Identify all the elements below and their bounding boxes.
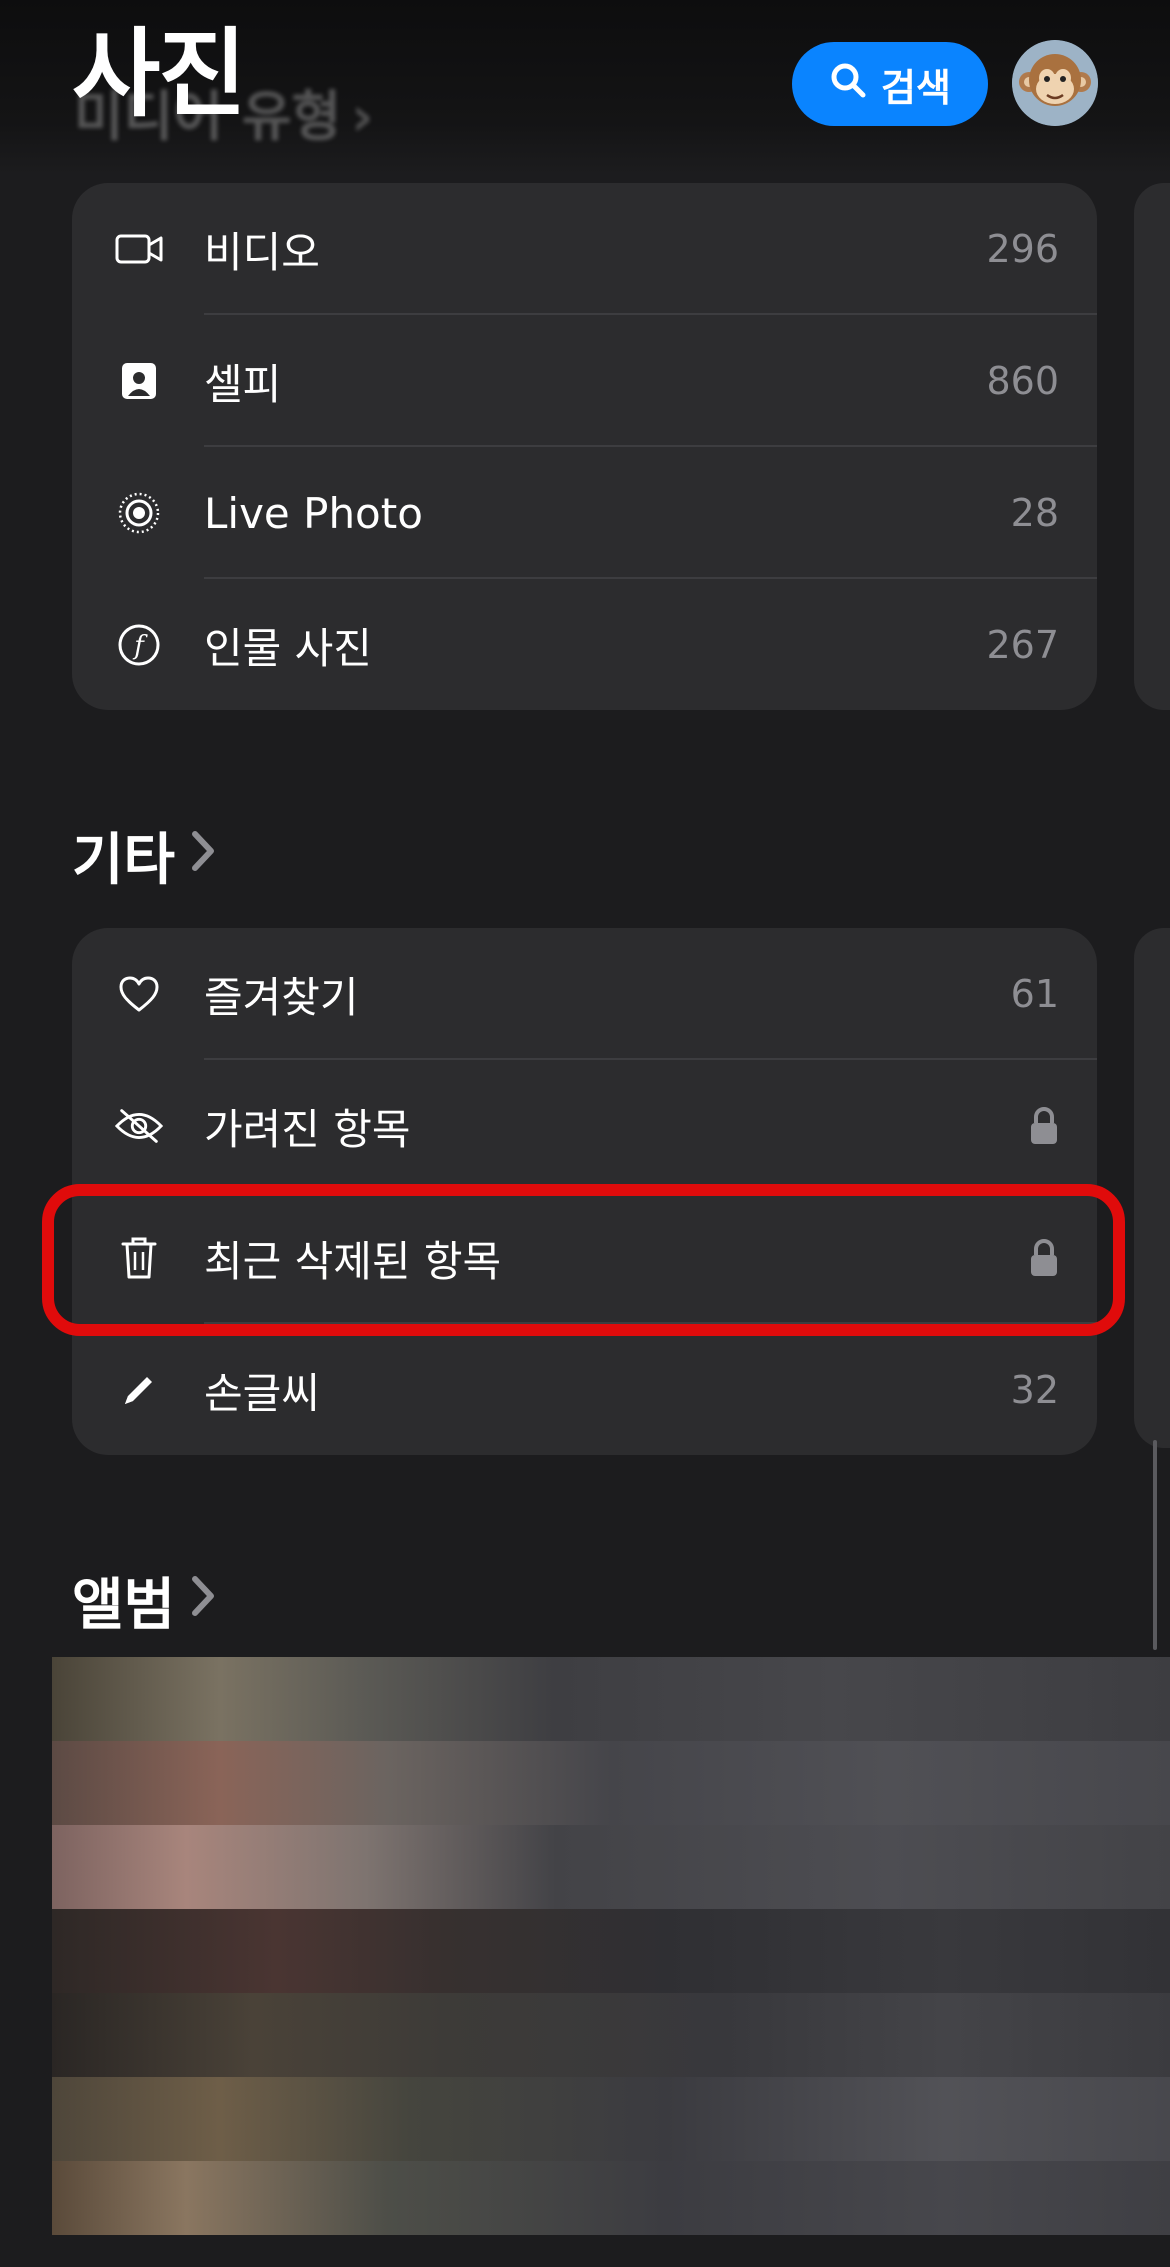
media-types-card: 비디오 296 셀피 860 Live Photo 28 f 인물 사진 267 (72, 183, 1097, 710)
list-item-label: Live Photo (204, 488, 423, 538)
album-thumbnails-blurred[interactable] (52, 1657, 1170, 2235)
search-label: 검색 (881, 65, 951, 110)
portrait-icon: f (114, 620, 164, 670)
list-item-portrait[interactable]: f 인물 사진 267 (72, 579, 1097, 710)
highlight-box (42, 1184, 1125, 1336)
heart-icon (114, 969, 164, 1019)
next-card-peek (1134, 928, 1170, 1448)
svg-text:f: f (132, 631, 148, 661)
list-item-selfie[interactable]: 셀피 860 (72, 315, 1097, 447)
list-item-handwriting[interactable]: 손글씨 32 (72, 1324, 1097, 1455)
list-item-count: 28 (1010, 491, 1059, 535)
video-icon (114, 224, 164, 274)
avatar[interactable] (1012, 40, 1098, 126)
page-title: 사진 (72, 18, 247, 130)
list-item-label: 비디오 (204, 227, 320, 277)
list-item-live-photo[interactable]: Live Photo 28 (72, 447, 1097, 579)
live-photo-icon (114, 488, 164, 538)
eye-slash-icon (114, 1101, 164, 1151)
list-item-hidden[interactable]: 가려진 항목 (72, 1060, 1097, 1192)
chevron-right-icon (189, 823, 217, 888)
list-item-favorites[interactable]: 즐겨찾기 61 (72, 928, 1097, 1060)
next-card-peek (1134, 183, 1170, 710)
search-button[interactable]: 검색 (792, 42, 988, 126)
monkey-avatar-icon (1012, 40, 1098, 126)
list-item-count: 32 (1010, 1368, 1059, 1412)
list-item-count: 860 (986, 359, 1059, 403)
section-title-other[interactable]: 기타 (72, 815, 217, 896)
list-item-count: 61 (1010, 972, 1059, 1016)
section-title-albums[interactable]: 앨범 (72, 1560, 217, 1641)
search-icon (829, 61, 867, 108)
list-item-label: 인물 사진 (204, 623, 372, 673)
list-item-count: 296 (986, 227, 1059, 271)
list-item-label: 즐겨찾기 (204, 972, 359, 1022)
list-item-label: 가려진 항목 (204, 1104, 411, 1154)
selfie-icon (114, 356, 164, 406)
list-item-label: 손글씨 (204, 1368, 320, 1418)
pencil-icon (114, 1365, 164, 1415)
list-item-count: 267 (986, 623, 1059, 667)
lock-icon (1029, 1106, 1059, 1146)
list-item-video[interactable]: 비디오 296 (72, 183, 1097, 315)
chevron-right-icon (189, 1568, 217, 1633)
list-item-label: 셀피 (204, 359, 282, 409)
scrollbar[interactable] (1153, 1440, 1157, 1650)
